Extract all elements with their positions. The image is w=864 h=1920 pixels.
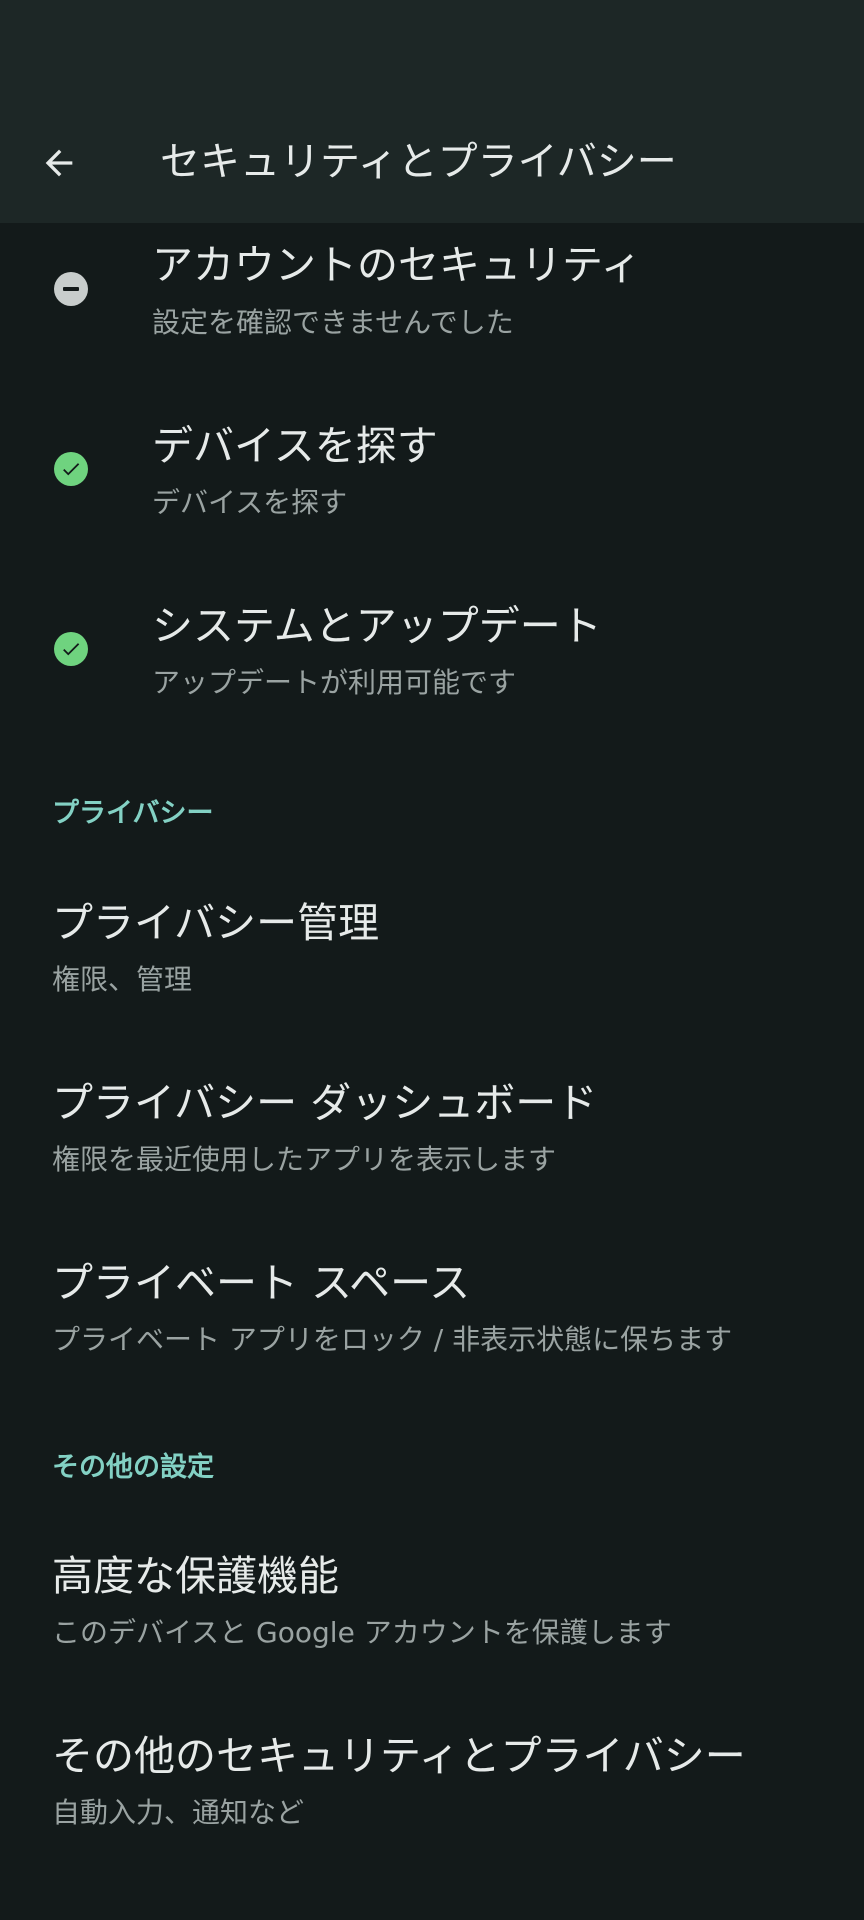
list-item-account-security[interactable]: アカウントのセキュリティ 設定を確認できませんでした (0, 228, 864, 378)
item-title: その他のセキュリティとプライバシー (52, 1732, 746, 1780)
arrow-back-icon (45, 149, 73, 177)
item-subtitle: 設定を確認できませんでした (152, 306, 514, 339)
list-item-privacy-dashboard[interactable]: プライバシー ダッシュボード 権限を最近使用したアプリを表示します (0, 1065, 864, 1215)
item-subtitle: 権限を最近使用したアプリを表示します (52, 1143, 557, 1176)
item-subtitle: デバイスを探す (152, 486, 348, 519)
item-subtitle: プライベート アプリをロック / 非表示状態に保ちます (52, 1323, 733, 1356)
list-item-system-updates[interactable]: システムとアップデート アップデートが利用可能です (0, 588, 864, 738)
item-title: アカウントのセキュリティ (152, 241, 642, 289)
item-title: プライバシー管理 (52, 899, 380, 947)
app-bar: セキュリティとプライバシー (0, 0, 864, 223)
section-header-other-settings: その他の設定 (52, 1452, 214, 1483)
item-subtitle: 権限、管理 (52, 963, 193, 996)
item-subtitle: アップデートが利用可能です (152, 666, 517, 699)
item-title: システムとアップデート (152, 602, 602, 650)
list-item-private-space[interactable]: プライベート スペース プライベート アプリをロック / 非表示状態に保ちます (0, 1245, 864, 1395)
check-circle-icon (54, 452, 88, 486)
item-title: プライベート スペース (52, 1259, 471, 1307)
check-circle-icon (54, 632, 88, 666)
list-item-advanced-protection[interactable]: 高度な保護機能 このデバイスと Google アカウントを保護します (0, 1538, 864, 1688)
list-item-privacy-controls[interactable]: プライバシー管理 権限、管理 (0, 885, 864, 1035)
item-subtitle: 自動入力、通知など (52, 1796, 305, 1829)
item-subtitle: このデバイスと Google アカウントを保護します (52, 1616, 672, 1649)
minus-circle-icon (54, 272, 88, 306)
item-title: プライバシー ダッシュボード (52, 1079, 598, 1127)
list-item-more-security-privacy[interactable]: その他のセキュリティとプライバシー 自動入力、通知など (0, 1718, 864, 1868)
item-title: デバイスを探す (152, 422, 438, 470)
back-button[interactable] (26, 130, 92, 196)
item-title: 高度な保護機能 (52, 1552, 339, 1600)
section-header-privacy: プライバシー (52, 798, 214, 829)
list-item-find-device[interactable]: デバイスを探す デバイスを探す (0, 408, 864, 558)
page-title: セキュリティとプライバシー (160, 139, 677, 185)
